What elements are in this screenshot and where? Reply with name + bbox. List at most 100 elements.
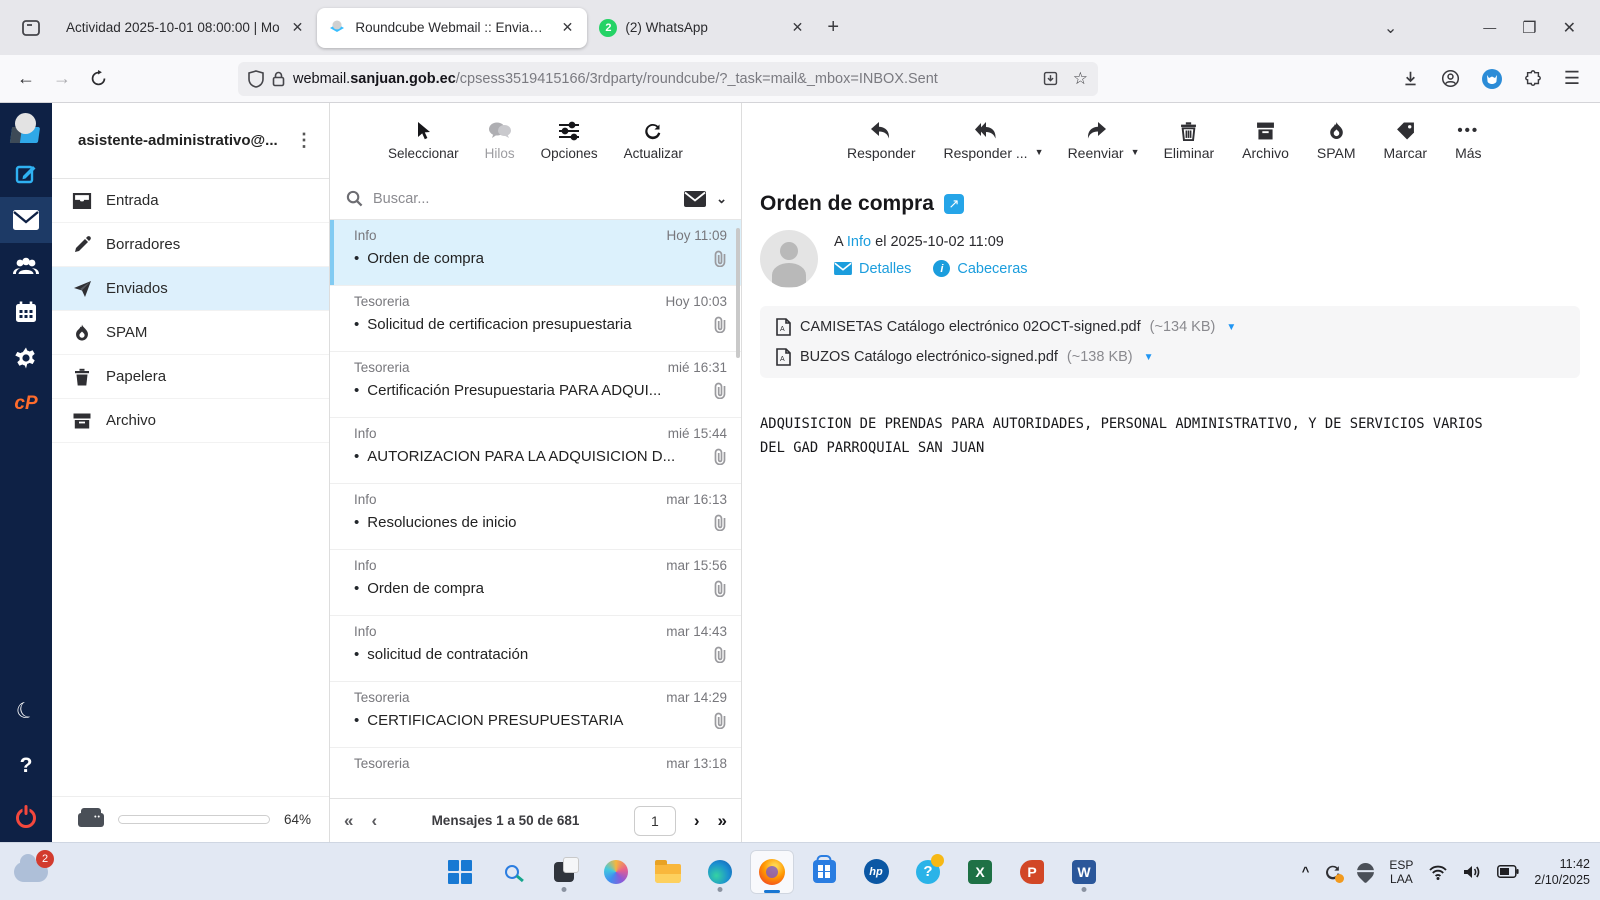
rail-contacts-button[interactable] <box>0 243 52 289</box>
forward-button[interactable]: Reenviar ▼ <box>1068 121 1140 161</box>
rail-mail-button[interactable] <box>0 197 52 243</box>
scope-envelope-icon[interactable] <box>684 190 707 207</box>
search-bar[interactable]: Buscar... ⌄ <box>330 178 741 220</box>
wifi-icon[interactable] <box>1428 864 1448 880</box>
message-row[interactable]: Info mar 16:13 • Resoluciones de inicio <box>330 484 741 550</box>
file-explorer-button[interactable] <box>646 850 690 894</box>
back-button[interactable]: ← <box>10 63 42 95</box>
page-number-input[interactable]: 1 <box>633 805 676 836</box>
url-bar[interactable]: webmail.sanjuan.gob.ec/cpsess3519415166/… <box>238 61 1098 96</box>
battery-icon[interactable] <box>1497 865 1519 878</box>
first-page-button[interactable]: « <box>344 811 353 831</box>
help-icon[interactable]: ? <box>20 754 33 778</box>
list-scrollbar[interactable] <box>736 228 740 358</box>
search-button[interactable] <box>490 850 534 894</box>
extensions-puzzle-icon[interactable] <box>1524 69 1542 88</box>
tray-overflow-chevron-icon[interactable]: ^ <box>1302 864 1310 879</box>
reply-button[interactable]: Responder <box>847 121 916 161</box>
sync-update-icon[interactable] <box>1324 863 1345 883</box>
rail-settings-button[interactable] <box>0 335 52 381</box>
onedrive-corner[interactable]: 2 <box>14 849 54 882</box>
search-options-chevron-icon[interactable]: ⌄ <box>716 191 727 207</box>
copilot-button[interactable] <box>594 850 638 894</box>
dark-mode-icon[interactable]: ☾ <box>12 695 39 726</box>
tab-roundcube[interactable]: Roundcube Webmail :: Enviados ✕ <box>317 7 588 48</box>
excel-button[interactable]: X <box>958 850 1002 894</box>
start-button[interactable] <box>438 850 482 894</box>
select-button[interactable]: Seleccionar <box>388 121 459 161</box>
tab-close-icon[interactable]: ✕ <box>558 17 578 38</box>
tab-close-icon[interactable]: ✕ <box>788 17 808 38</box>
new-tab-button[interactable]: + <box>817 16 849 39</box>
folder-papelera[interactable]: Papelera <box>52 355 329 399</box>
tab-whatsapp[interactable]: 2 (2) WhatsApp ✕ <box>587 8 817 48</box>
quiet-hours-icon[interactable] <box>1353 859 1378 884</box>
recipient-link[interactable]: Info <box>847 234 871 250</box>
attachment-menu-icon[interactable]: ▼ <box>1226 322 1236 333</box>
message-row[interactable]: Tesoreria mié 16:31 • Certificación Presup… <box>330 352 741 418</box>
firefox-view-button[interactable] <box>14 11 48 45</box>
refresh-button[interactable]: Actualizar <box>624 121 683 161</box>
restore-button[interactable]: ❐ <box>1522 18 1536 38</box>
attachment-item[interactable]: A CAMISETAS Catálogo electrónico 02OCT-s… <box>776 318 1564 336</box>
delete-button[interactable]: Eliminar <box>1164 121 1214 161</box>
close-button[interactable]: ✕ <box>1563 18 1576 38</box>
open-in-new-window-icon[interactable]: ↗ <box>943 194 964 214</box>
compose-button[interactable] <box>0 151 52 197</box>
list-all-tabs-icon[interactable]: ⌄ <box>1384 18 1397 38</box>
downloads-icon[interactable] <box>1402 70 1419 87</box>
save-page-icon[interactable] <box>1042 70 1059 87</box>
attachment-item[interactable]: A BUZOS Catálogo electrónico-signed.pdf … <box>776 348 1564 366</box>
reload-button[interactable] <box>82 63 114 95</box>
account-icon[interactable] <box>1441 69 1460 88</box>
folder-archivo[interactable]: Archivo <box>52 399 329 443</box>
reply-all-button[interactable]: Responder ... ▼ <box>944 121 1044 161</box>
forward-dropdown-icon[interactable]: ▼ <box>1131 147 1140 157</box>
logout-power-icon[interactable] <box>16 808 36 828</box>
edge-button[interactable] <box>698 850 742 894</box>
threads-button[interactable]: Hilos <box>485 121 515 161</box>
mark-button[interactable]: Marcar <box>1384 121 1427 161</box>
next-page-button[interactable]: › <box>694 811 700 831</box>
bookmark-star-icon[interactable]: ☆ <box>1073 69 1088 89</box>
archive-button[interactable]: Archivo <box>1242 121 1289 161</box>
folder-entrada[interactable]: Entrada <box>52 179 329 223</box>
tracking-shield-icon[interactable] <box>248 69 264 88</box>
task-view-button[interactable] <box>542 850 586 894</box>
microsoft-store-button[interactable] <box>802 850 846 894</box>
tab-close-icon[interactable]: ✕ <box>288 17 308 38</box>
clock[interactable]: 11:42 2/10/2025 <box>1534 856 1590 888</box>
message-row[interactable]: Info mar 14:43 • solicitud de contratación <box>330 616 741 682</box>
extension-fox-icon[interactable] <box>1481 68 1502 89</box>
folder-options-kebab-icon[interactable]: ⋮ <box>289 130 319 151</box>
forward-button[interactable]: → <box>46 63 78 95</box>
hp-app-button[interactable]: hp <box>854 850 898 894</box>
volume-icon[interactable] <box>1463 864 1482 880</box>
attachment-menu-icon[interactable]: ▼ <box>1144 352 1154 363</box>
message-row[interactable]: Tesoreria Hoy 10:03 • Solicitud de certifi… <box>330 286 741 352</box>
reply-all-dropdown-icon[interactable]: ▼ <box>1035 147 1044 157</box>
folder-enviados[interactable]: Enviados <box>52 267 329 311</box>
more-button[interactable]: ••• Más <box>1455 121 1481 161</box>
prev-page-button[interactable]: ‹ <box>371 811 377 831</box>
message-row[interactable]: Info mar 15:56 • Orden de compra <box>330 550 741 616</box>
help-app-button[interactable]: ? <box>906 850 950 894</box>
rail-calendar-button[interactable] <box>0 289 52 335</box>
headers-toggle[interactable]: i Cabeceras <box>933 260 1028 277</box>
language-indicator[interactable]: ESP LAA <box>1389 858 1413 886</box>
word-button[interactable]: W <box>1062 850 1106 894</box>
spam-button[interactable]: SPAM <box>1317 121 1356 161</box>
tab-actividad[interactable]: Actividad 2025-10-01 08:00:00 | Mo ✕ <box>54 8 317 48</box>
menu-icon[interactable]: ☰ <box>1564 68 1580 89</box>
last-page-button[interactable]: » <box>718 811 727 831</box>
options-button[interactable]: Opciones <box>541 121 598 161</box>
message-row[interactable]: Info mié 15:44 • AUTORIZACION PARA LA ADQU… <box>330 418 741 484</box>
lock-icon[interactable] <box>272 71 285 87</box>
message-row[interactable]: Tesoreria mar 13:18 <box>330 748 741 798</box>
folder-borradores[interactable]: Borradores <box>52 223 329 267</box>
details-toggle[interactable]: Detalles <box>834 261 911 277</box>
message-row[interactable]: Tesoreria mar 14:29 • CERTIFICACION PRESUP… <box>330 682 741 748</box>
folder-spam[interactable]: SPAM <box>52 311 329 355</box>
message-row[interactable]: Info Hoy 11:09 • Orden de compra <box>330 220 741 286</box>
firefox-button[interactable] <box>750 849 794 894</box>
